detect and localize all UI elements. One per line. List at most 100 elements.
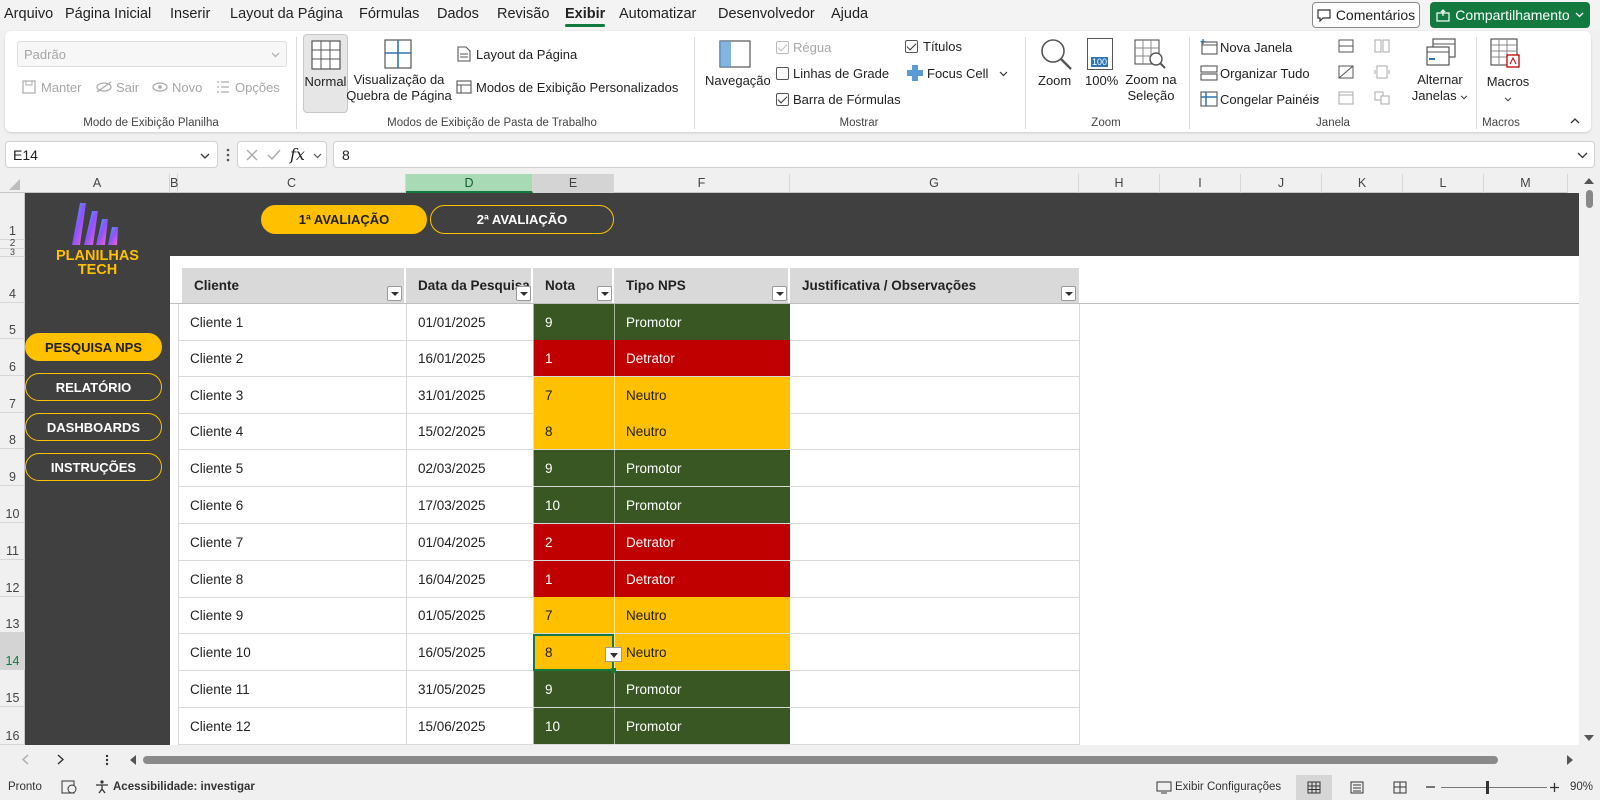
status-zoom[interactable]: 90% <box>1570 781 1593 793</box>
cell-date[interactable]: 01/01/2025 <box>406 304 533 340</box>
nav-relatorio[interactable]: RELATÓRIO <box>25 373 162 401</box>
cell-justification[interactable] <box>790 597 1079 633</box>
chevron-down-icon[interactable] <box>1312 97 1320 102</box>
share-button[interactable]: Compartilhamento <box>1430 2 1590 28</box>
collapse-ribbon-icon[interactable] <box>1570 118 1580 124</box>
cell-client[interactable]: Cliente 8 <box>178 561 406 597</box>
freeze-panes-button[interactable]: Congelar Painéis <box>1220 92 1319 107</box>
zoom-slider[interactable] <box>1441 787 1547 788</box>
column-header[interactable]: I <box>1160 174 1241 193</box>
cell-date[interactable]: 16/04/2025 <box>406 561 533 597</box>
column-header[interactable]: M <box>1484 174 1568 193</box>
cell-score[interactable]: 1 <box>533 561 614 597</box>
status-display-settings[interactable]: Exibir Configurações <box>1175 781 1281 793</box>
cell-nps-type[interactable]: Promotor <box>614 708 790 744</box>
tab-first-evaluation[interactable]: 1ª AVALIAÇÃO <box>261 205 427 234</box>
validation-dropdown-button[interactable] <box>605 647 622 662</box>
row-header[interactable]: 15 <box>0 670 25 707</box>
column-header[interactable]: J <box>1241 174 1322 193</box>
menu-formulas[interactable]: Fórmulas <box>359 6 419 22</box>
insert-function-icon[interactable]: 𝑓x <box>290 145 305 164</box>
page-layout-view-icon[interactable] <box>1350 781 1364 794</box>
custom-views-button[interactable]: Modos de Exibição Personalizados <box>476 80 678 95</box>
cell-nps-type[interactable]: Neutro <box>614 597 790 633</box>
more-vertical-icon[interactable] <box>105 754 109 766</box>
cell-client[interactable]: Cliente 5 <box>178 450 406 486</box>
cell-score[interactable]: 10 <box>533 708 614 744</box>
row-header[interactable]: 14 <box>0 633 25 670</box>
cell-justification[interactable] <box>790 487 1079 523</box>
cell-nps-type[interactable]: Detrator <box>614 561 790 597</box>
focus-cell-button[interactable]: Focus Cell <box>927 66 988 81</box>
accessibility-icon[interactable] <box>95 780 109 794</box>
filter-dropdown-icon[interactable] <box>597 286 612 301</box>
column-header[interactable]: L <box>1403 174 1484 193</box>
cell-justification[interactable] <box>790 708 1079 744</box>
filter-dropdown-icon[interactable] <box>516 286 531 301</box>
cell-nps-type[interactable]: Neutro <box>614 413 790 449</box>
cell-justification[interactable] <box>790 413 1079 449</box>
column-header[interactable]: H <box>1079 174 1160 193</box>
cell-date[interactable]: 01/04/2025 <box>406 524 533 560</box>
cell-client[interactable]: Cliente 10 <box>178 634 406 670</box>
cell-score[interactable]: 1 <box>533 340 614 376</box>
cell-score[interactable]: 2 <box>533 524 614 560</box>
split-icon[interactable] <box>1338 39 1354 53</box>
cell-score[interactable]: 9 <box>533 304 614 340</box>
column-header[interactable]: E <box>533 174 614 193</box>
row-header[interactable]: 12 <box>0 560 25 597</box>
cell-nps-type[interactable]: Promotor <box>614 304 790 340</box>
row-header[interactable]: 5 <box>0 303 25 339</box>
cell-score[interactable]: 7 <box>533 377 614 413</box>
cell-score[interactable]: 9 <box>533 671 614 707</box>
row-header[interactable]: 8 <box>0 413 25 449</box>
column-header[interactable]: G <box>790 174 1079 193</box>
cell-date[interactable]: 15/02/2025 <box>406 413 533 449</box>
cell-nps-type[interactable]: Neutro <box>614 634 790 670</box>
cell-date[interactable]: 31/05/2025 <box>406 671 533 707</box>
cell-score[interactable]: 7 <box>533 597 614 633</box>
menu-layout-pagina[interactable]: Layout da Página <box>230 6 343 22</box>
menu-ajuda[interactable]: Ajuda <box>831 6 868 22</box>
macros-button[interactable]: Macros <box>1479 74 1537 106</box>
cancel-icon[interactable] <box>246 149 258 161</box>
vertical-scroll-thumb[interactable] <box>1586 190 1593 208</box>
nav-instrucoes[interactable]: INSTRUÇÕES <box>25 453 162 481</box>
switch-windows-button[interactable]: Alternar Janelas <box>1407 72 1473 104</box>
scroll-down-icon[interactable] <box>1584 735 1594 741</box>
cell-client[interactable]: Cliente 3 <box>178 377 406 413</box>
cell-client[interactable]: Cliente 2 <box>178 340 406 376</box>
nav-dashboards[interactable]: DASHBOARDS <box>25 413 162 441</box>
cell-justification[interactable] <box>790 304 1079 340</box>
normal-view-button[interactable]: Normal <box>303 34 348 113</box>
cell-date[interactable]: 31/01/2025 <box>406 377 533 413</box>
select-all-icon[interactable] <box>8 178 21 191</box>
scroll-up-icon[interactable] <box>1584 178 1594 184</box>
column-header[interactable]: F <box>614 174 790 193</box>
cell-date[interactable]: 01/05/2025 <box>406 597 533 633</box>
cell-client[interactable]: Cliente 7 <box>178 524 406 560</box>
row-header[interactable]: 13 <box>0 597 25 633</box>
cell-client[interactable]: Cliente 6 <box>178 487 406 523</box>
cell-justification[interactable] <box>790 340 1079 376</box>
cell-client[interactable]: Cliente 12 <box>178 708 406 744</box>
cell-justification[interactable] <box>790 450 1079 486</box>
column-header[interactable]: B <box>170 174 178 193</box>
row-header[interactable]: 11 <box>0 523 25 560</box>
tab-second-evaluation[interactable]: 2ª AVALIAÇÃO <box>430 205 614 234</box>
column-header[interactable]: C <box>178 174 406 193</box>
cell-justification[interactable] <box>790 524 1079 560</box>
cell-date[interactable]: 02/03/2025 <box>406 450 533 486</box>
menu-arquivo[interactable]: Arquivo <box>4 6 53 22</box>
zoom-button[interactable]: Zoom <box>1038 73 1071 88</box>
page-break-view-icon[interactable] <box>1393 781 1407 794</box>
cell-score[interactable]: 8 <box>533 413 614 449</box>
menu-inserir[interactable]: Inserir <box>170 6 210 22</box>
column-header[interactable]: K <box>1322 174 1403 193</box>
menu-dados[interactable]: Dados <box>437 6 479 22</box>
hide-window-icon[interactable] <box>1338 65 1354 79</box>
page-layout-button[interactable]: Layout da Página <box>476 47 577 62</box>
headings-checkbox[interactable] <box>905 40 918 53</box>
cell-justification[interactable] <box>790 634 1079 670</box>
cell-client[interactable]: Cliente 1 <box>178 304 406 340</box>
